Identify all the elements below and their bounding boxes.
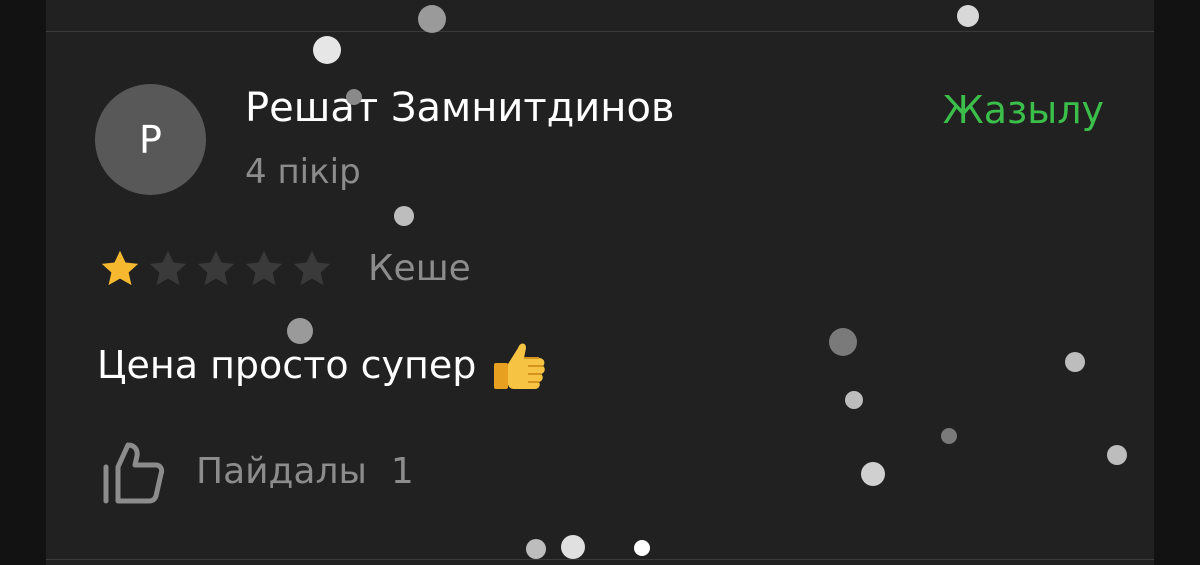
decorative-dot bbox=[561, 535, 585, 559]
decorative-dot bbox=[845, 391, 863, 409]
decorative-dot bbox=[829, 328, 857, 356]
star-empty-icon bbox=[193, 246, 239, 292]
avatar-initial: Р bbox=[139, 117, 162, 162]
decorative-dot bbox=[1065, 352, 1085, 372]
decorative-dot bbox=[634, 540, 650, 556]
thumbs-up-outline-icon bbox=[100, 439, 166, 505]
review-text: Цена просто супер bbox=[97, 343, 477, 387]
divider-top bbox=[46, 31, 1154, 32]
decorative-dot bbox=[394, 206, 414, 226]
star-filled-icon bbox=[97, 246, 143, 292]
divider-bottom bbox=[46, 559, 1154, 560]
decorative-dot bbox=[957, 5, 979, 27]
review-date: Кеше bbox=[368, 248, 471, 289]
decorative-dot bbox=[526, 539, 546, 559]
helpful-count: 1 bbox=[390, 451, 414, 492]
decorative-dot bbox=[1107, 445, 1127, 465]
review-body: Цена просто супер bbox=[97, 336, 548, 394]
decorative-dot bbox=[313, 36, 341, 64]
star-empty-icon bbox=[289, 246, 335, 292]
author-name[interactable]: Решат Замнитдинов bbox=[245, 84, 675, 132]
star-empty-icon bbox=[145, 246, 191, 292]
star-empty-icon bbox=[241, 246, 287, 292]
app-frame: Р Решат Замнитдинов 4 пікір Жазылу Кеше … bbox=[0, 0, 1200, 565]
thumbs-up-emoji-icon bbox=[488, 336, 548, 394]
helpful-label: Пайдалы bbox=[196, 451, 367, 492]
author-review-count: 4 пікір bbox=[245, 152, 361, 192]
decorative-dot bbox=[418, 5, 446, 33]
avatar[interactable]: Р bbox=[95, 84, 206, 195]
helpful-button[interactable]: Пайдалы 1 bbox=[100, 437, 414, 507]
decorative-dot bbox=[861, 462, 885, 486]
subscribe-button[interactable]: Жазылу bbox=[943, 86, 1104, 134]
decorative-dot bbox=[941, 428, 957, 444]
decorative-dot bbox=[287, 318, 313, 344]
decorative-dot bbox=[346, 89, 362, 105]
star-rating bbox=[97, 246, 337, 292]
